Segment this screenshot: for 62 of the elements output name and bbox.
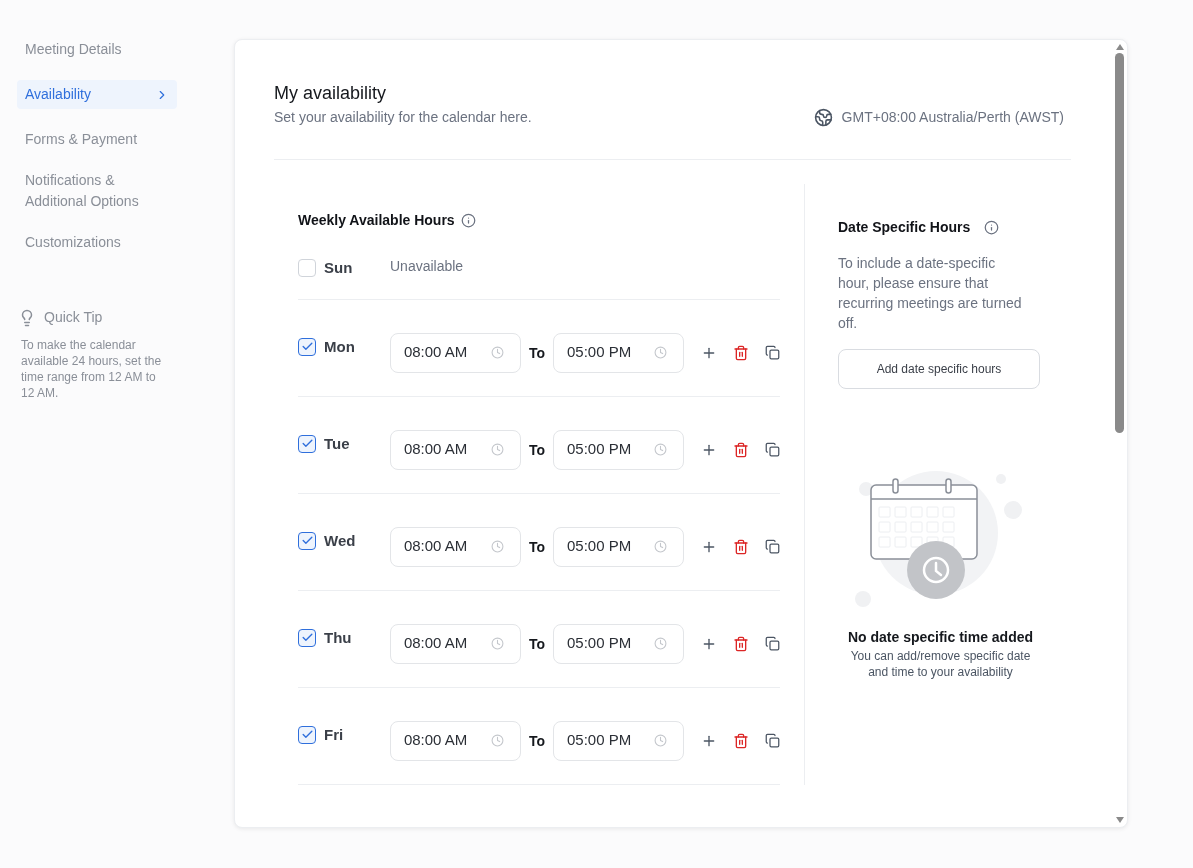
clock-icon [490, 346, 504, 359]
globe-icon [813, 108, 833, 127]
time-field[interactable]: 05:00 PM [553, 429, 684, 470]
copy-icon[interactable] [765, 539, 780, 554]
copy-icon[interactable] [765, 733, 780, 748]
info-icon [984, 220, 1000, 235]
clock-icon [654, 346, 667, 359]
sidebar-item[interactable]: Availability [17, 80, 177, 109]
to-label: To [528, 441, 545, 460]
day-label: Fri [324, 724, 344, 745]
unavailable-label: Unavailable [390, 257, 464, 275]
add-date-hours-button[interactable]: Add date specific hours [838, 349, 1040, 389]
day-label: Sun [324, 258, 353, 278]
section-title: Date Specific Hours [838, 218, 971, 237]
time-field[interactable]: 05:00 PM [553, 332, 684, 373]
clock-icon [490, 637, 504, 650]
clock-icon [654, 443, 667, 456]
copy-icon[interactable] [765, 636, 780, 651]
clock-icon [490, 540, 504, 553]
delete-icon[interactable] [733, 732, 749, 749]
to-label: To [528, 635, 545, 654]
delete-icon[interactable] [733, 441, 749, 458]
time-field[interactable]: 08:00 AM [389, 526, 521, 567]
time-field[interactable]: 08:00 AM [389, 429, 521, 470]
day-checkbox[interactable] [298, 337, 316, 356]
time-field[interactable]: 05:00 PM [553, 526, 684, 567]
info-icon [460, 213, 476, 228]
clock-icon [490, 443, 504, 456]
day-checkbox[interactable] [298, 531, 316, 550]
time-field[interactable]: 08:00 AM [389, 720, 521, 761]
to-label: To [528, 344, 545, 363]
page-title: My availability [274, 82, 388, 104]
copy-icon[interactable] [765, 345, 780, 360]
day-label: Tue [324, 433, 350, 454]
time-field[interactable]: 05:00 PM [553, 623, 684, 664]
day-checkbox[interactable] [298, 628, 316, 647]
delete-icon[interactable] [733, 344, 749, 361]
date-specific-note: To include a date-specific hour, please ensure that recurring meetings are turned off. [838, 254, 1023, 333]
time-field[interactable]: 05:00 PM [553, 720, 684, 761]
day-label: Wed [324, 530, 356, 551]
day-label: Mon [324, 336, 355, 357]
empty-text: You can add/remove specific date and time to your availability [849, 648, 1032, 680]
timezone-label: GMT+08:00 Australia/Perth (AWST) [841, 108, 1064, 127]
delete-icon[interactable] [733, 635, 749, 652]
empty-title: No date specific time added [847, 628, 1034, 647]
day-checkbox[interactable] [298, 434, 316, 453]
delete-icon[interactable] [733, 538, 749, 555]
copy-icon[interactable] [765, 442, 780, 457]
section-title: Weekly Available Hours [298, 211, 455, 230]
time-field[interactable]: 08:00 AM [389, 332, 521, 373]
clock-icon [490, 734, 504, 747]
clock-icon [654, 734, 667, 747]
tip-title: Quick Tip [44, 308, 103, 327]
day-checkbox[interactable] [298, 725, 316, 744]
page-subtitle: Set your availability for the calendar here. [274, 108, 532, 127]
clock-icon [654, 540, 667, 553]
to-label: To [528, 538, 545, 557]
day-label: Thu [324, 627, 352, 648]
clock-icon [654, 637, 667, 650]
time-field[interactable]: 08:00 AM [389, 623, 521, 664]
to-label: To [528, 732, 545, 751]
tip-text: To make the calendar available 24 hours, set the time range from 12 AM to 12 AM. [20, 337, 163, 401]
